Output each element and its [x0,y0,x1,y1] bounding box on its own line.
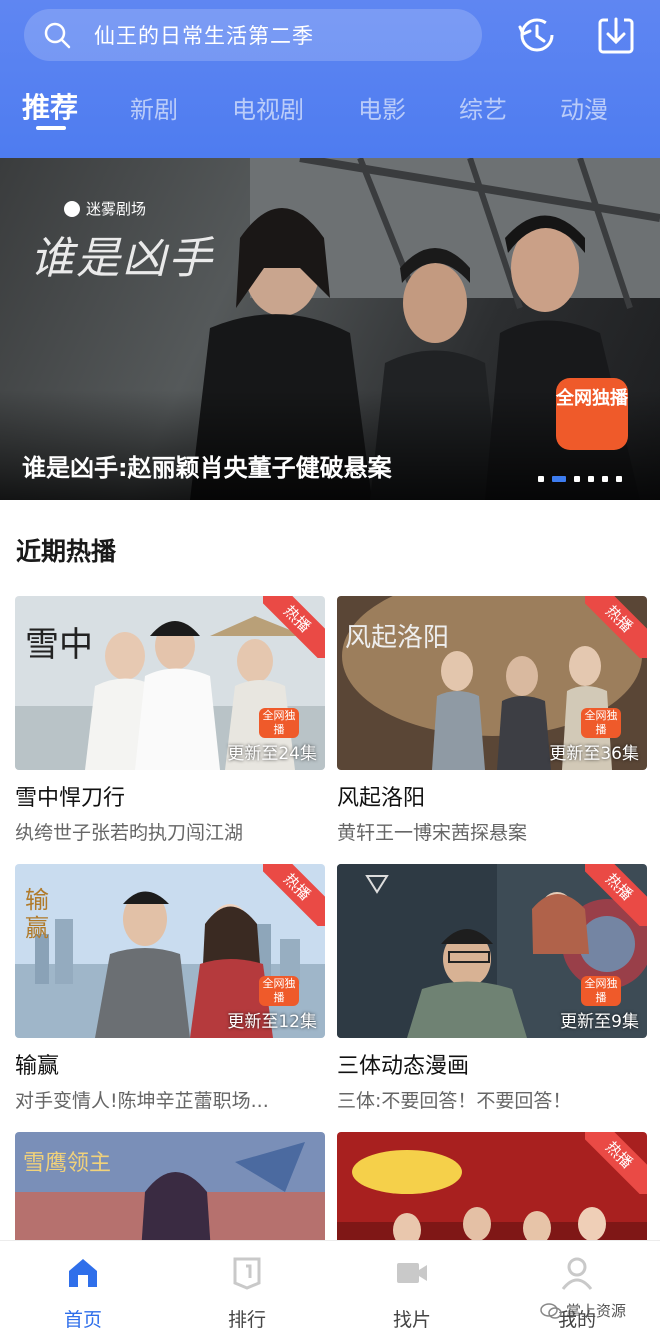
show-title[interactable]: 输赢 [15,1048,325,1080]
tab-anime[interactable]: 动漫 [560,90,608,125]
carousel-dot[interactable] [616,476,622,482]
hot-ribbon: 热播 [585,596,647,658]
svg-text:赢: 赢 [25,914,49,942]
history-icon[interactable] [515,13,559,57]
hot-label: 热播 [585,1132,647,1194]
exclusive-mini-badge: 全网独播 [259,976,299,1006]
tab-variety[interactable]: 综艺 [459,90,507,125]
show-thumbnail[interactable]: 风起洛阳 热播 全网独播 更新至36集 [337,596,647,770]
show-thumbnail[interactable]: 输 赢 热播 全网独播 更新至12集 [15,864,325,1038]
show-description: 黄轩王一博宋茜探悬案 [337,822,528,844]
category-tabs: 推荐 新剧 电视剧 电影 综艺 动漫 [0,86,660,146]
show-card[interactable]: 热播 全网独播 更新至9集 三体动态漫画 三体:不要回答！不要回答！ [337,864,647,1113]
show-title[interactable]: 三体动态漫画 [337,1048,647,1080]
banner-title: 谁是凶手:赵丽颖肖央董子健破悬案 [22,454,392,482]
wechat-icon [540,1302,562,1319]
tab-recommend[interactable]: 推荐 [22,86,78,126]
search-input[interactable]: 仙王的日常生活第二季 [94,20,314,50]
exclusive-mini-badge: 全网独播 [259,708,299,738]
show-thumbnail[interactable]: 热播 全网独播 更新至9集 [337,864,647,1038]
show-title[interactable]: 雪中悍刀行 [15,780,325,812]
nav-discover-label: 找片 [392,1309,431,1331]
carousel-dot[interactable] [574,476,580,482]
carousel-dot[interactable] [588,476,594,482]
carousel-indicator [538,476,622,482]
hero-banner[interactable]: 迷雾剧场 谁是凶手 全网独播 谁是凶手:赵丽颖肖央董子健破悬案 [0,158,660,500]
hot-label: 热播 [585,596,647,658]
tab-tv-series[interactable]: 电视剧 [232,90,304,125]
episode-status: 更新至12集 [227,1012,317,1032]
home-icon [69,1259,97,1287]
search-bar[interactable]: 仙王的日常生活第二季 [24,9,482,61]
hot-label: 热播 [263,596,325,658]
carousel-dot-active[interactable] [552,476,566,482]
svg-text:雪中: 雪中 [25,625,93,665]
show-title[interactable]: 风起洛阳 [337,780,647,812]
episode-status: 更新至9集 [560,1012,639,1032]
hot-label: 热播 [585,864,647,926]
show-card[interactable]: 风起洛阳 热播 全网独播 更新至36集 风起洛阳 黄轩王一博宋茜探悬案 [337,596,647,845]
show-card[interactable]: 输 赢 热播 全网独播 更新至12集 输赢 对手变情人!陈坤辛芷蕾职场... [15,864,325,1113]
search-icon [44,22,71,49]
nav-ranking[interactable]: 排行 [192,1255,302,1332]
episode-status: 更新至36集 [549,744,639,764]
exclusive-badge-label: 全网独播 [556,388,628,409]
tab-new-drama[interactable]: 新剧 [130,90,178,125]
show-card[interactable]: 雪中 热播 全网独播 更新至24集 雪中悍刀行 纨绔世子张若昀执刀闯江湖 [15,596,325,845]
carousel-dot[interactable] [538,476,544,482]
ranking-icon [233,1257,261,1290]
top-header: 仙王的日常生活第二季 推荐 新剧 电视剧 电影 综艺 动漫 [0,0,660,158]
show-description: 三体:不要回答！不要回答！ [337,1090,572,1112]
banner-show-logo: 谁是凶手 [30,233,214,284]
nav-discover[interactable]: 找片 [357,1255,467,1332]
watermark: 掌上资源 [540,1300,626,1321]
download-icon[interactable] [594,13,638,57]
hot-ribbon: 热播 [585,1132,647,1194]
show-description: 纨绔世子张若昀执刀闯江湖 [15,822,244,844]
episode-status: 更新至24集 [227,744,317,764]
svg-text:风起洛阳: 风起洛阳 [345,623,449,653]
nav-ranking-label: 排行 [227,1309,266,1331]
watermark-label: 掌上资源 [566,1302,627,1320]
hot-ribbon: 热播 [585,864,647,926]
svg-text:输: 输 [25,886,49,914]
tab-movies[interactable]: 电影 [358,90,406,125]
banner-brand: 迷雾剧场 [64,198,146,219]
hot-label: 热播 [263,864,325,926]
hot-ribbon: 热播 [263,864,325,926]
user-icon [561,1257,593,1290]
section-title: 近期热播 [16,537,117,566]
show-description: 对手变情人!陈坤辛芷蕾职场... [15,1090,269,1112]
brand-logo-icon [64,200,80,217]
exclusive-badge: 全网独播 [556,378,628,450]
active-tab-indicator [36,126,66,130]
exclusive-mini-badge: 全网独播 [581,708,621,738]
svg-text:雪鹰领主: 雪鹰领主 [23,1151,111,1176]
nav-home-label: 首页 [63,1309,102,1331]
hot-ribbon: 热播 [263,596,325,658]
exclusive-mini-badge: 全网独播 [581,976,621,1006]
nav-home[interactable]: 首页 [28,1255,138,1332]
banner-brand-label: 迷雾剧场 [86,200,147,218]
carousel-dot[interactable] [602,476,608,482]
video-icon [397,1263,427,1283]
show-thumbnail[interactable]: 雪中 热播 全网独播 更新至24集 [15,596,325,770]
bottom-navigation: 首页 排行 找片 我的 [0,1240,660,1342]
